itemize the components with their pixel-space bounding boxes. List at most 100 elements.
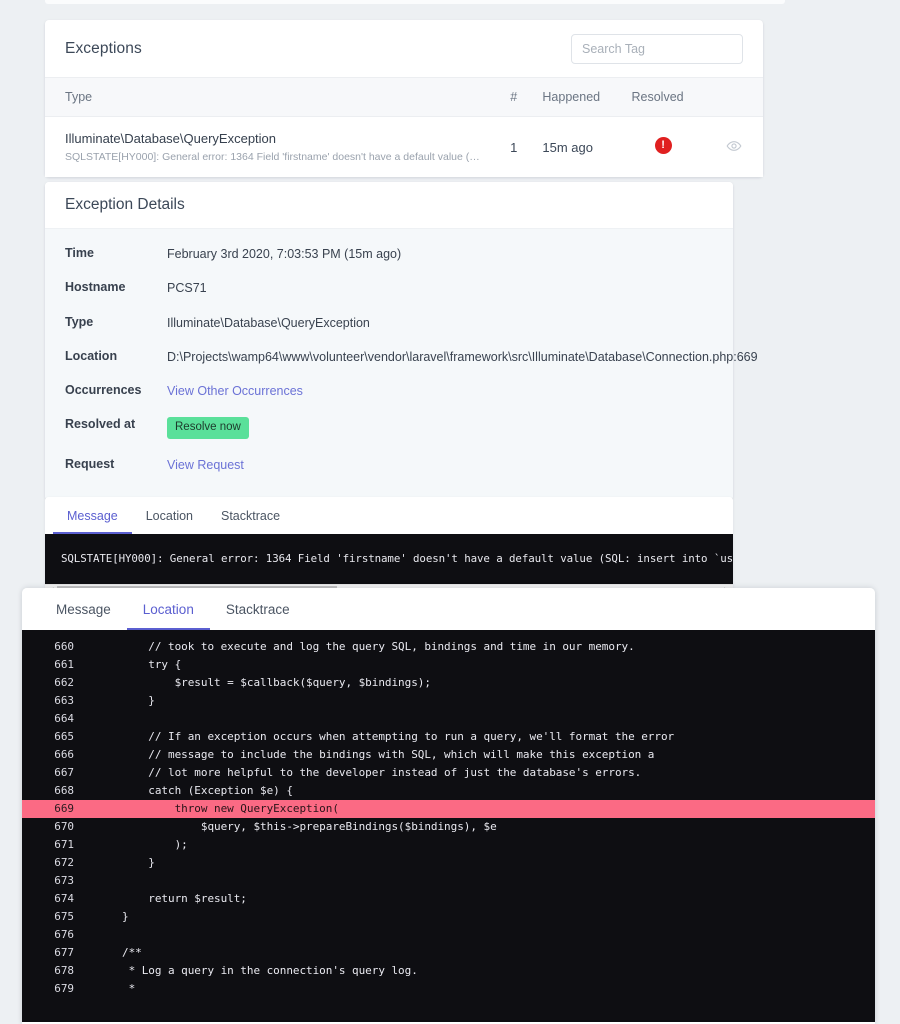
code-line-number: 670 <box>54 820 74 833</box>
detail-value-hostname: PCS71 <box>167 281 207 296</box>
code-line-source <box>94 872 122 890</box>
exception-type-label: Illuminate\Database\QueryException <box>65 131 277 146</box>
exception-details-title: Exception Details <box>45 182 733 228</box>
detail-row-resolved-at: Resolved at Resolve now <box>45 408 733 448</box>
resolve-now-button[interactable]: Resolve now <box>167 417 249 440</box>
code-line: 673 <box>22 872 875 890</box>
tab-stacktrace[interactable]: Stacktrace <box>207 497 294 534</box>
code-line: 674 return $result; <box>22 890 875 908</box>
code-line-source: throw new QueryException( <box>122 802 339 815</box>
code-line-source: * Log a query in the connection's query … <box>122 964 418 977</box>
column-header-happened: Happened <box>532 77 622 117</box>
code-line: 665 // If an exception occurs when attem… <box>22 728 875 746</box>
exception-message-code: SQLSTATE[HY000]: General error: 1364 Fie… <box>45 534 733 584</box>
tab-stacktrace-2[interactable]: Stacktrace <box>210 588 306 630</box>
code-line-source: // If an exception occurs when attemptin… <box>122 730 675 743</box>
code-line-number: 678 <box>54 964 74 977</box>
message-panel-tabs: Message Location Stacktrace <box>45 497 733 534</box>
code-line: 678 * Log a query in the connection's qu… <box>22 962 875 980</box>
detail-label-occurrences: Occurrences <box>65 383 142 397</box>
code-line-number: 663 <box>54 694 74 707</box>
exceptions-table: Type # Happened Resolved Illuminate\Data… <box>45 77 763 178</box>
table-row[interactable]: Illuminate\Database\QueryException SQLST… <box>45 116 763 178</box>
cell-type: Illuminate\Database\QueryException SQLST… <box>45 116 495 178</box>
page-root: Exceptions Type # Happened Resolved Illu… <box>0 0 900 1024</box>
code-line-source: // message to include the bindings with … <box>122 748 655 761</box>
code-line-number: 660 <box>54 640 74 653</box>
code-line-number: 665 <box>54 730 74 743</box>
code-line-number: 666 <box>54 748 74 761</box>
code-line: 676 <box>22 926 875 944</box>
exception-details-panel: Exception Details Time February 3rd 2020… <box>45 182 758 501</box>
code-line: 668 catch (Exception $e) { <box>22 782 875 800</box>
code-line-source: } <box>122 910 129 923</box>
exception-message-preview: SQLSTATE[HY000]: General error: 1364 Fie… <box>65 151 485 164</box>
code-line-source: catch (Exception $e) { <box>122 784 293 797</box>
code-line-source: return $result; <box>122 892 247 905</box>
unresolved-status-icon <box>654 136 672 155</box>
code-line-number: 662 <box>54 676 74 689</box>
code-line: 662 $result = $callback($query, $binding… <box>22 674 875 692</box>
column-header-type: Type <box>45 77 495 117</box>
code-line: 672 } <box>22 854 875 872</box>
search-tag-input[interactable] <box>571 34 743 64</box>
detail-label-location: Location <box>65 348 118 363</box>
detail-row-request: Request View Request <box>45 448 733 482</box>
view-other-occurrences-link[interactable]: View Other Occurrences <box>167 383 303 399</box>
code-line: 677 /** <box>22 944 875 962</box>
code-line-source: /** <box>122 946 142 959</box>
code-line-number: 667 <box>54 766 74 779</box>
code-line-number: 679 <box>54 982 74 995</box>
detail-label-resolved-at: Resolved at <box>65 417 136 432</box>
table-header-row: Type # Happened Resolved <box>45 77 763 117</box>
exceptions-header: Exceptions <box>45 20 763 77</box>
code-line: 663 } <box>22 692 875 710</box>
code-line: 664 <box>22 710 875 728</box>
column-header-view <box>704 77 763 117</box>
code-line-source: try { <box>122 658 182 671</box>
code-line-source: $result = $callback($query, $bindings); <box>122 676 431 689</box>
detail-row-hostname: Hostname PCS71 <box>45 271 733 305</box>
code-line-number: 673 <box>54 874 74 887</box>
exceptions-table-head: Type # Happened Resolved <box>45 77 763 117</box>
cell-happened: 15m ago <box>532 116 622 178</box>
exceptions-table-body: Illuminate\Database\QueryException SQLST… <box>45 116 763 178</box>
code-line: 675} <box>22 908 875 926</box>
code-line-number: 675 <box>54 910 74 923</box>
message-tab-panel: Message Location Stacktrace SQLSTATE[HY0… <box>45 497 733 595</box>
code-line-source: } <box>122 856 155 869</box>
code-line-number: 672 <box>54 856 74 869</box>
page-title: Exceptions <box>65 40 142 57</box>
detail-row-type: Type Illuminate\Database\QueryException <box>45 306 733 340</box>
detail-row-time: Time February 3rd 2020, 7:03:53 PM (15m … <box>45 237 733 271</box>
detail-label-hostname: Hostname <box>65 280 126 295</box>
cell-view[interactable] <box>704 116 763 178</box>
eye-icon[interactable] <box>726 138 742 157</box>
code-line-number: 661 <box>54 658 74 671</box>
code-line-source: * <box>122 982 136 995</box>
code-line-number: 669 <box>54 802 74 815</box>
view-request-link[interactable]: View Request <box>167 457 244 473</box>
exception-details-body: Time February 3rd 2020, 7:03:53 PM (15m … <box>45 228 758 501</box>
code-line: 661 try { <box>22 656 875 674</box>
tab-message[interactable]: Message <box>53 497 132 534</box>
detail-value-resolved-at: Resolve now <box>167 417 249 440</box>
code-line-source <box>94 710 122 728</box>
code-line-number: 671 <box>54 838 74 851</box>
tab-location-2[interactable]: Location <box>126 588 210 630</box>
source-code-viewer: 660 // took to execute and log the query… <box>22 630 875 1022</box>
code-line-number: 668 <box>54 784 74 797</box>
tab-message-2[interactable]: Message <box>40 588 127 630</box>
code-line-source: ); <box>122 838 188 851</box>
detail-row-location: Location D:\Projects\wamp64\www\voluntee… <box>45 340 758 374</box>
previous-panel-sliver <box>45 0 785 4</box>
column-header-resolved: Resolved <box>621 77 705 117</box>
tab-location[interactable]: Location <box>132 497 207 534</box>
detail-label-type: Type <box>65 314 94 329</box>
code-line: 666 // message to include the bindings w… <box>22 746 875 764</box>
detail-label-time: Time <box>65 246 94 260</box>
code-line-highlighted: 669 throw new QueryException( <box>22 800 875 818</box>
detail-value-time: February 3rd 2020, 7:03:53 PM (15m ago) <box>167 247 402 261</box>
code-line: 679 * <box>22 980 875 998</box>
location-tab-panel: Message Location Stacktrace 660 // took … <box>22 588 875 1024</box>
